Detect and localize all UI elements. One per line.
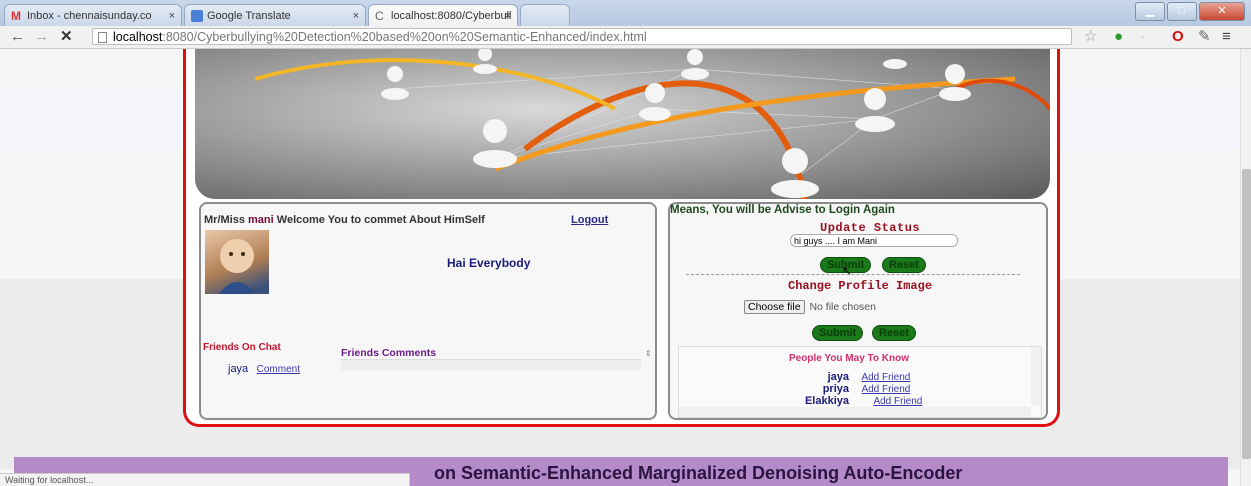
page-scrollbar[interactable] bbox=[1240, 49, 1251, 486]
people-vscroll[interactable] bbox=[1031, 347, 1041, 405]
tab-localhost[interactable]: C localhost:8080/Cyberbull × bbox=[368, 4, 518, 26]
greeting-text: Welcome You to commet About HimSelf bbox=[276, 214, 485, 226]
friends-comments-title: Friends Comments bbox=[341, 347, 437, 359]
submit-image-button[interactable]: Submit bbox=[812, 325, 864, 341]
people-row: priya Add Friend bbox=[809, 383, 922, 395]
status-message: Hai Everybody bbox=[447, 256, 531, 270]
footer-title: on Semantic-Enhanced Marginalized Denois… bbox=[434, 463, 963, 483]
status-bar: Waiting for localhost... bbox=[0, 473, 410, 486]
profile-panel: Mr/Miss mani Welcome You to commet About… bbox=[199, 202, 657, 420]
minimize-icon[interactable]: ▁ bbox=[1135, 2, 1165, 21]
choose-file-button[interactable]: Choose file bbox=[744, 300, 805, 314]
page-icon bbox=[98, 32, 107, 43]
gmail-icon: M bbox=[11, 9, 21, 23]
no-file-label: No file chosen bbox=[809, 301, 876, 313]
close-tab-icon[interactable]: × bbox=[169, 5, 175, 26]
stop-icon[interactable]: ✕ bbox=[60, 28, 73, 46]
reset-status-button[interactable]: Reset bbox=[882, 257, 926, 273]
update-status-title: Update Status bbox=[820, 221, 921, 235]
translate-icon bbox=[191, 10, 203, 22]
maximize-icon[interactable]: □ bbox=[1167, 2, 1197, 21]
back-icon[interactable]: ← bbox=[10, 28, 25, 46]
chat-friend-row: jaya Comment bbox=[228, 359, 300, 377]
logout-link[interactable]: Logout bbox=[571, 214, 608, 226]
menu-icon[interactable]: ≡ bbox=[1222, 28, 1231, 46]
people-list: jaya Add Friend priya Add Friend Elakkiy… bbox=[805, 371, 922, 407]
status-input[interactable] bbox=[790, 234, 958, 247]
add-friend-link[interactable]: Add Friend bbox=[861, 384, 910, 395]
dot-icon: · bbox=[1140, 28, 1145, 45]
people-box: People You May To Know jaya Add Friend p… bbox=[678, 346, 1042, 418]
cursor-icon: ↖ bbox=[842, 264, 853, 278]
tab-label: localhost:8080/Cyberbull bbox=[391, 10, 512, 22]
people-row: Elakkiya Add Friend bbox=[805, 395, 922, 407]
close-tab-icon[interactable]: × bbox=[353, 5, 359, 26]
person-name: Elakkiya bbox=[804, 395, 849, 407]
url-host: localhost bbox=[113, 30, 163, 44]
address-bar: ← → ✕ localhost:8080/Cyberbullying%20Det… bbox=[0, 26, 1251, 49]
change-image-title: Change Profile Image bbox=[788, 279, 933, 293]
tab-inbox[interactable]: M Inbox - chennaisunday.co × bbox=[4, 4, 182, 26]
network-illustration bbox=[254, 49, 1050, 199]
new-tab-button[interactable] bbox=[520, 4, 570, 26]
status-panel: Means, You will be Advise to Login Again… bbox=[668, 202, 1048, 420]
comments-scrollbar[interactable] bbox=[341, 359, 641, 370]
child-photo-icon bbox=[219, 239, 255, 294]
scrollbar-thumb[interactable] bbox=[1242, 169, 1251, 459]
tab-label: Google Translate bbox=[207, 10, 291, 22]
add-friend-link[interactable]: Add Friend bbox=[873, 396, 922, 407]
window-controls: ▁ □ ✕ bbox=[1135, 2, 1245, 21]
main-container: Mr/Miss mani Welcome You to commet About… bbox=[183, 49, 1060, 427]
comment-link[interactable]: Comment bbox=[257, 364, 300, 375]
chat-friend-name: jaya bbox=[228, 363, 249, 375]
person-name: priya bbox=[822, 383, 849, 395]
friends-on-chat-title: Friends On Chat bbox=[203, 342, 281, 353]
people-row: jaya Add Friend bbox=[809, 371, 922, 383]
people-hscroll[interactable] bbox=[679, 407, 1031, 417]
tab-bar: M Inbox - chennaisunday.co × Google Tran… bbox=[0, 0, 1251, 26]
loading-icon: C bbox=[375, 9, 384, 23]
file-chooser: Choose file No file chosen bbox=[744, 300, 876, 314]
close-window-icon[interactable]: ✕ bbox=[1199, 2, 1245, 21]
hero-network-image bbox=[195, 49, 1050, 199]
divider bbox=[686, 274, 1020, 275]
page-content: Mr/Miss mani Welcome You to commet About… bbox=[0, 49, 1240, 486]
people-title: People You May To Know bbox=[789, 353, 910, 364]
add-friend-link[interactable]: Add Friend bbox=[861, 372, 910, 383]
tab-label: Inbox - chennaisunday.co bbox=[27, 10, 152, 22]
login-notice: Means, You will be Advise to Login Again bbox=[670, 204, 895, 216]
url-input[interactable]: localhost:8080/Cyberbullying%20Detection… bbox=[92, 28, 1072, 45]
scroll-updown-icon[interactable]: ⇕ bbox=[645, 349, 652, 358]
forward-icon[interactable]: → bbox=[34, 28, 49, 46]
tab-translate[interactable]: Google Translate × bbox=[184, 4, 366, 26]
greeting-prefix: Mr/Miss bbox=[204, 214, 245, 226]
username: mani bbox=[248, 214, 274, 226]
opera-icon[interactable]: O bbox=[1172, 28, 1184, 46]
reset-image-button[interactable]: Reset bbox=[872, 325, 916, 341]
avatar bbox=[205, 230, 269, 294]
extension-icon[interactable]: ● bbox=[1114, 28, 1123, 46]
url-path: :8080/Cyberbullying%20Detection%20based%… bbox=[162, 30, 647, 44]
close-tab-icon[interactable]: × bbox=[505, 5, 511, 26]
welcome-line: Mr/Miss mani Welcome You to commet About… bbox=[204, 214, 485, 226]
person-name: jaya bbox=[827, 371, 849, 383]
tools-icon[interactable]: ✎ bbox=[1198, 28, 1211, 46]
star-icon[interactable]: ☆ bbox=[1084, 28, 1097, 46]
